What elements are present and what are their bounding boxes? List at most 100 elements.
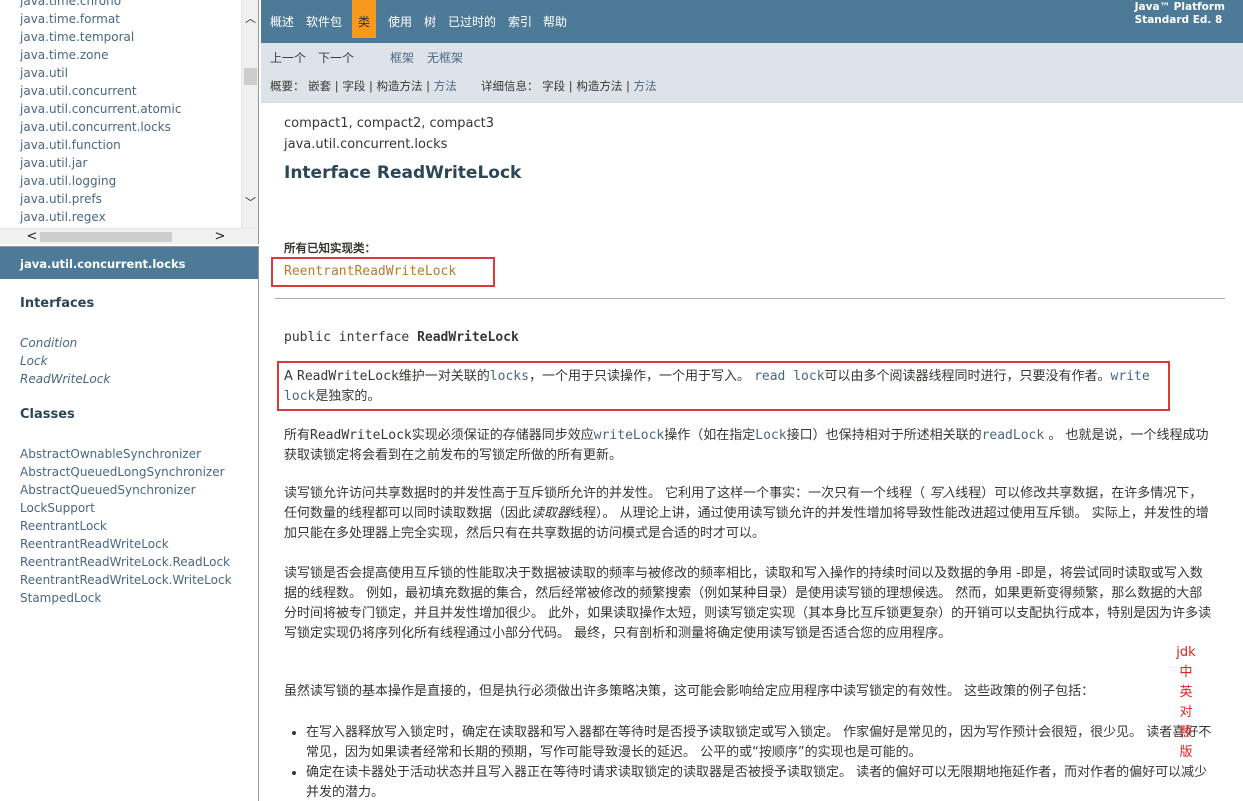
watermark-char: 版 <box>1179 745 1193 760</box>
scroll-right-icon[interactable]: > <box>212 229 228 244</box>
summary-label: 概要： <box>270 79 305 93</box>
package-link-java-time-temporal[interactable]: java.time.temporal <box>20 28 181 46</box>
readlock-link[interactable]: readLock <box>982 428 1045 443</box>
vertical-scrollbar[interactable]: ︿ ﹀ <box>241 0 258 228</box>
interface-link-readwritelock[interactable]: ReadWriteLock <box>20 372 110 386</box>
description-paragraph-2: 所有ReadWriteLock实现必须保证的存储器同步效应writeLock操作… <box>284 426 1214 466</box>
package-link-java-util-prefs[interactable]: java.util.prefs <box>20 190 181 208</box>
package-link-java-util-logging[interactable]: java.util.logging <box>20 172 181 190</box>
package-link-java-util[interactable]: java.util <box>20 64 181 82</box>
package-link-java-util-jar[interactable]: java.util.jar <box>20 154 181 172</box>
no-frames-link[interactable]: 无框架 <box>427 49 463 66</box>
summary-constructor: 构造方法 <box>376 79 423 93</box>
package-link-java-time-chrono[interactable]: java.time.chrono <box>20 0 181 10</box>
watermark-char: 对 <box>1179 705 1193 720</box>
summary-links: 概要： 嵌套 | 字段 | 构造方法 | 方法 <box>270 78 457 94</box>
nav-package[interactable]: 软件包 <box>306 0 342 38</box>
locks-link[interactable]: locks <box>490 369 529 384</box>
class-link[interactable]: LockSupport <box>20 501 95 515</box>
classes-heading: Classes <box>20 407 75 422</box>
horizontal-scrollbar[interactable]: < > <box>0 228 258 244</box>
prev-class-link[interactable]: 上一个 <box>270 49 306 66</box>
class-link[interactable]: AbstractQueuedSynchronizer <box>20 483 196 497</box>
nav-class-active[interactable]: 类 <box>352 0 377 38</box>
text: ，一个用于只读操作，一个用于写入。 <box>528 369 755 384</box>
interface-link-lock[interactable]: Lock <box>20 354 48 368</box>
detail-method-link[interactable]: 方法 <box>634 79 657 93</box>
known-impl-label: 所有已知实现类： <box>284 241 376 255</box>
text: 读写锁允许访问共享数据时的并发性高于互斥锁所允许的并发性。 它利用了这样一个事实… <box>284 486 930 501</box>
text: A <box>284 369 298 384</box>
class-frame-header[interactable]: java.util.concurrent.locks <box>0 247 258 279</box>
scroll-left-icon[interactable]: < <box>24 229 40 244</box>
next-class-link[interactable]: 下一个 <box>318 49 354 66</box>
class-link[interactable]: StampedLock <box>20 591 101 605</box>
description-paragraph-4: 读写锁是否会提高使用互斥锁的性能取决于数据被读取的频率与被修改的频率相比，读取和… <box>284 566 1212 641</box>
summary-nested: 嵌套 <box>308 79 332 93</box>
vertical-scroll-thumb[interactable] <box>244 68 257 85</box>
class-link[interactable]: ReentrantReadWriteLock.ReadLock <box>20 555 230 569</box>
watermark-char: 中 <box>1179 665 1193 680</box>
class-link[interactable]: AbstractOwnableSynchronizer <box>20 447 201 461</box>
package-link-java-time-zone[interactable]: java.time.zone <box>20 46 181 64</box>
watermark-char: 照 <box>1179 725 1193 740</box>
class-link[interactable]: ReentrantReadWriteLock <box>20 537 169 551</box>
nav-deprecated[interactable]: 已过时的 <box>448 0 496 38</box>
signature: public interface ReadWriteLock <box>284 330 519 345</box>
watermark-char: jdk <box>1176 645 1196 660</box>
separator: | <box>422 79 434 93</box>
separator: | <box>365 79 377 93</box>
known-impl-link[interactable]: ReentrantReadWriteLock <box>284 264 456 279</box>
interfaces-heading: Interfaces <box>20 296 95 311</box>
nav-use[interactable]: 使用 <box>388 0 412 38</box>
profiles-label: compact1, compact2, compact3 <box>284 116 495 131</box>
platform-label: Java™ Platform Standard Ed. 8 <box>1135 1 1225 27</box>
watermark-char: 英 <box>1179 685 1193 700</box>
text: 是独家的。 <box>315 389 381 404</box>
package-link-java-time-format[interactable]: java.time.format <box>20 10 181 28</box>
description-paragraph-5: 虽然读写锁的基本操作是直接的，但是执行必须做出许多策略决策，这可能会影响给定应用… <box>284 684 1095 699</box>
page-title: Interface ReadWriteLock <box>284 163 522 183</box>
divider <box>275 298 1225 299</box>
signature-name: ReadWriteLock <box>417 330 519 345</box>
detail-label: 详细信息： <box>481 79 539 93</box>
scroll-down-icon[interactable]: ﹀ <box>242 194 258 211</box>
nav-index[interactable]: 索引 <box>508 0 532 38</box>
horizontal-scroll-thumb[interactable] <box>40 232 172 242</box>
interface-link-condition[interactable]: Condition <box>20 336 77 350</box>
sub-navigation-bar: 上一个 下一个 框架 无框架 概要： 嵌套 | 字段 | 构造方法 | 方法 详… <box>261 43 1243 103</box>
text: 维护一对关联的 <box>398 369 490 384</box>
text: 实现必须保证的存储器同步效应 <box>411 428 594 443</box>
package-list: java.time.chrono java.time.format java.t… <box>20 0 181 226</box>
text: 操作（如在指定 <box>664 428 756 443</box>
platform-line1: Java™ Platform <box>1134 1 1225 13</box>
package-link-java-util-regex[interactable]: java.util.regex <box>20 208 181 226</box>
class-link[interactable]: AbstractQueuedLongSynchronizer <box>20 465 225 479</box>
text: 所有 <box>284 428 311 443</box>
detail-field: 字段 <box>542 79 566 93</box>
package-link-java-util-concurrent-atomic[interactable]: java.util.concurrent.atomic <box>20 100 181 118</box>
class-documentation: compact1, compact2, compact3 java.util.c… <box>261 103 1243 801</box>
read-lock-link[interactable]: read lock <box>754 369 824 384</box>
writelock-link[interactable]: writeLock <box>594 428 664 443</box>
detail-constructor: 构造方法 <box>576 79 623 93</box>
nav-tree[interactable]: 树 <box>424 0 436 38</box>
policy-list: 在写入器释放写入锁定时，确定在读取器和写入器都在等待时是否授予读取锁定或写入锁定… <box>306 723 1216 801</box>
package-link-java-util-concurrent[interactable]: java.util.concurrent <box>20 82 181 100</box>
class-link[interactable]: ReentrantReadWriteLock.WriteLock <box>20 573 232 587</box>
lock-link[interactable]: Lock <box>755 428 786 443</box>
text: 接口）也保持相对于所述相关联的 <box>786 428 982 443</box>
nav-overview[interactable]: 概述 <box>270 0 294 38</box>
code-readwritelock: ReadWriteLock <box>297 369 399 384</box>
watermark-text: jdk 中 英 对 照 版 <box>1175 643 1197 763</box>
class-list-frame: java.util.concurrent.locks Interfaces Co… <box>0 246 259 801</box>
summary-method-link[interactable]: 方法 <box>434 79 457 93</box>
signature-prefix: public interface <box>284 330 418 345</box>
scroll-up-icon[interactable]: ︿ <box>242 10 258 27</box>
package-link-java-util-concurrent-locks[interactable]: java.util.concurrent.locks <box>20 118 181 136</box>
code: ReadWriteLock <box>310 428 412 443</box>
frames-link[interactable]: 框架 <box>390 49 414 66</box>
class-link[interactable]: ReentrantLock <box>20 519 107 533</box>
package-link-java-util-function[interactable]: java.util.function <box>20 136 181 154</box>
nav-help[interactable]: 帮助 <box>543 0 567 38</box>
